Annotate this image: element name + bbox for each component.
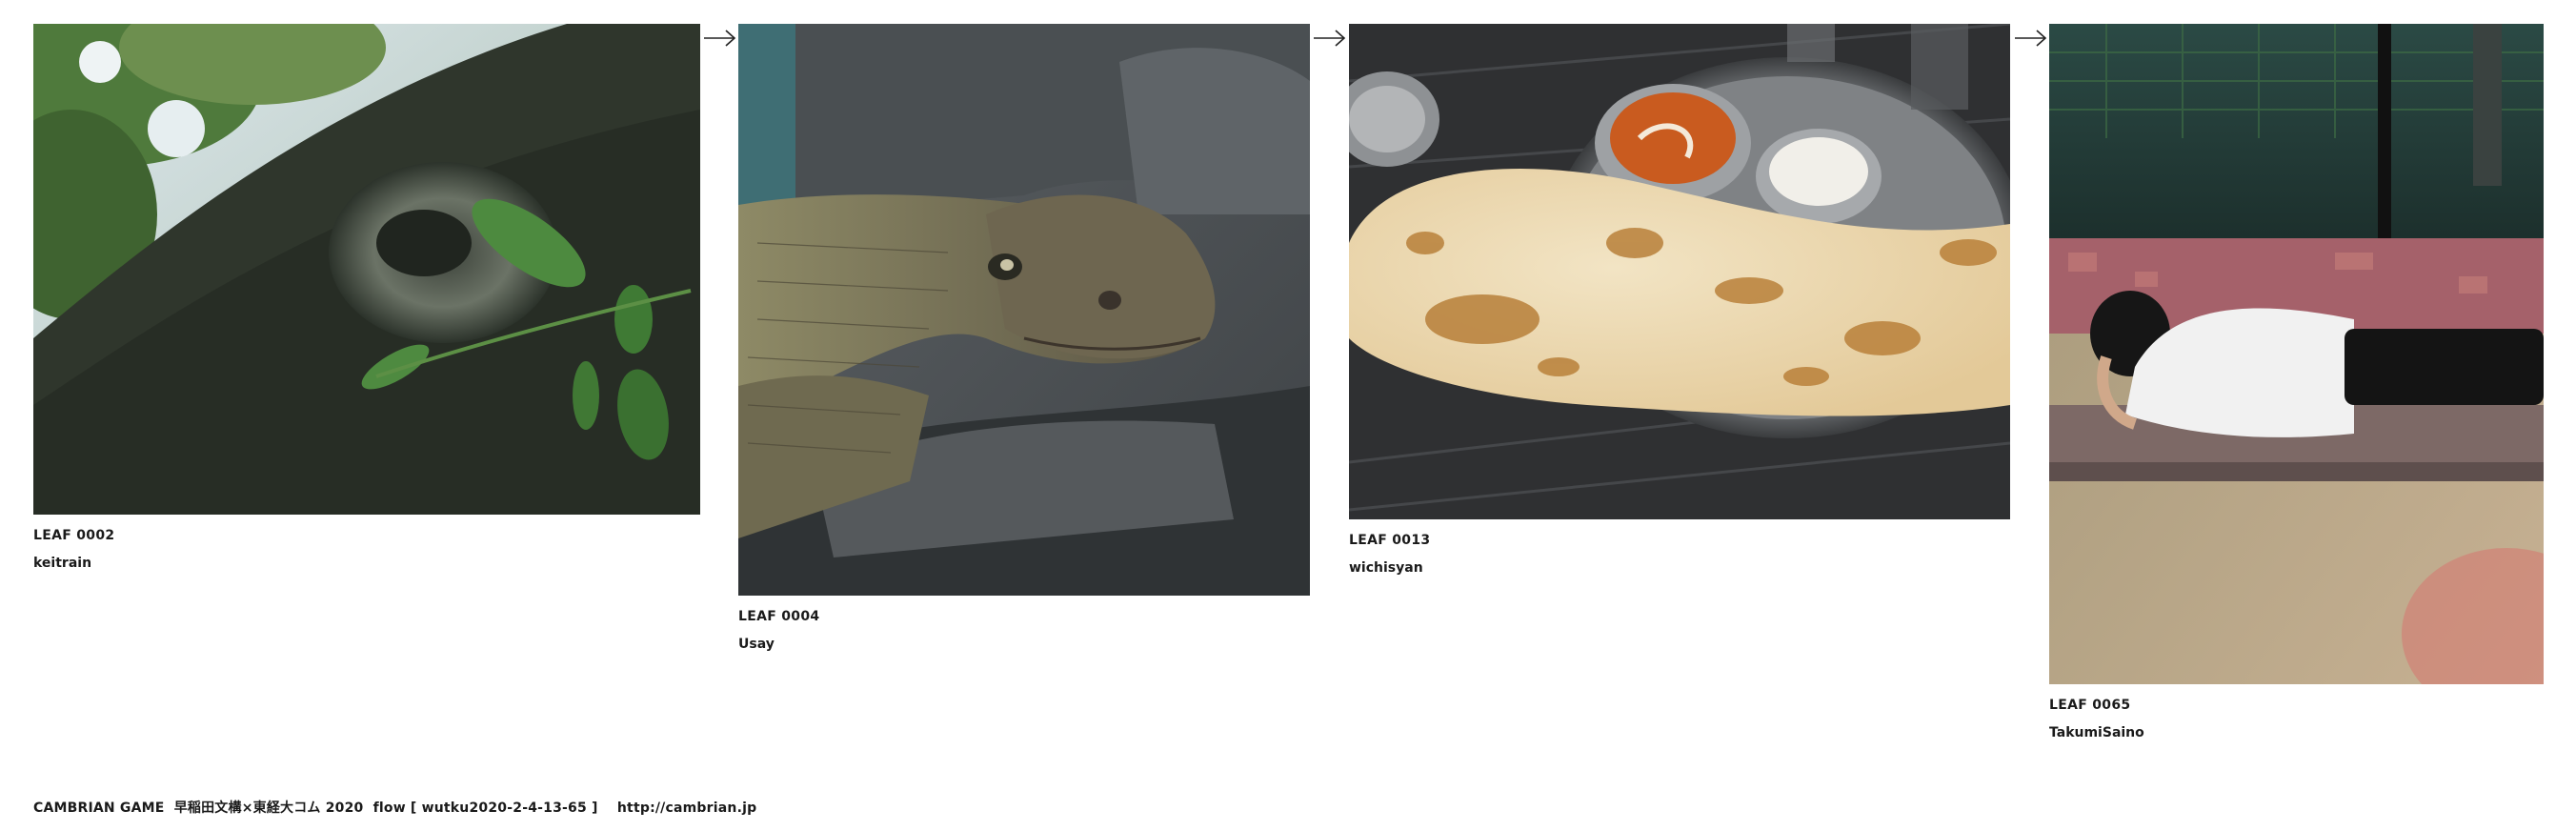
leaf-photo-tree[interactable] — [33, 24, 700, 515]
leaf-card-0013: LEAF 0013 wichisyan — [1349, 24, 2010, 577]
leaf-author-link[interactable]: keitrain — [33, 555, 700, 572]
leaf-id: LEAF 0065 — [2049, 698, 2131, 713]
leaf-card-0002: LEAF 0002 keitrain — [33, 24, 700, 572]
leaf-photo-train-seat[interactable] — [2049, 24, 2544, 684]
leaf-photo-naan[interactable] — [1349, 24, 2010, 519]
footer-credit: CAMBRIAN GAME 早稲田文構×東経大コム 2020 flow [ wu… — [33, 801, 757, 816]
arrow-right-icon — [1314, 30, 1346, 47]
leaf-photo-lizard[interactable] — [738, 24, 1310, 596]
flow-page: LEAF 0002 keitrain LEAF 0004 Usay LEAF 0… — [0, 0, 2576, 831]
leaf-author-link[interactable]: Usay — [738, 636, 1310, 653]
arrow-right-icon — [704, 30, 736, 47]
leaf-card-0004: LEAF 0004 Usay — [738, 24, 1310, 653]
arrow-right-icon — [2015, 30, 2047, 47]
leaf-author-link[interactable]: TakumiSaino — [2049, 724, 2544, 741]
leaf-id: LEAF 0013 — [1349, 533, 1431, 548]
leaf-id: LEAF 0002 — [33, 528, 115, 543]
leaf-card-0065: LEAF 0065 TakumiSaino — [2049, 24, 2544, 741]
leaf-author-link[interactable]: wichisyan — [1349, 559, 2010, 577]
leaf-id: LEAF 0004 — [738, 609, 820, 624]
